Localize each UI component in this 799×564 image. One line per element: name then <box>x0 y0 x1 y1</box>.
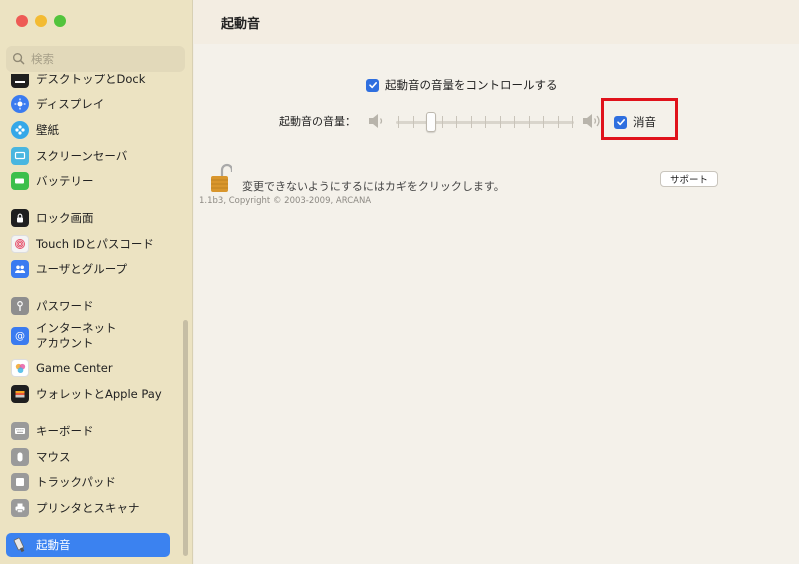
page-title: 起動音 <box>221 17 261 32</box>
trackpad-icon <box>11 473 29 491</box>
startup-sound-icon <box>11 536 29 554</box>
volume-slider-tick <box>557 116 559 128</box>
volume-slider-tick <box>514 116 515 128</box>
sidebar-item-lock-screen[interactable]: ロック画面 <box>6 206 170 230</box>
sidebar-item-mouse[interactable]: マウス <box>6 445 170 469</box>
screensaver-icon <box>11 147 29 165</box>
unlocked-padlock-icon[interactable] <box>210 162 234 194</box>
mute-checkbox[interactable] <box>614 115 627 129</box>
volume-slider-tick <box>470 116 472 128</box>
lock-message: 変更できないようにするにはカギをクリックします。 <box>242 180 505 193</box>
titlebar: 起動音 <box>194 0 799 44</box>
volume-slider-tick <box>543 116 544 128</box>
fingerprint-icon <box>11 235 29 253</box>
sidebar-item-printers[interactable]: プリンタとスキャナ <box>6 496 170 520</box>
main-panel: 起動音 起動音の音量をコントロールする 起動音の音量： 消音 変更できないように… <box>194 0 799 564</box>
minimize-button[interactable] <box>35 15 47 27</box>
lock-screen-icon <box>11 209 29 227</box>
sidebar-item-label: パスワード <box>36 299 94 313</box>
sidebar-item-screensaver[interactable]: スクリーンセーバ <box>6 144 170 168</box>
volume-slider-tick <box>412 116 414 128</box>
copyright-text: 1.1b3, Copyright © 2003-2009, ARCANA <box>199 196 372 206</box>
sidebar-item-label: ロック画面 <box>36 211 94 225</box>
sidebar-item-trackpad[interactable]: トラックパッド <box>6 470 170 494</box>
sidebar-item-internet-accounts[interactable]: @ インターネット アカウント <box>6 320 170 352</box>
close-button[interactable] <box>16 15 28 27</box>
control-volume-label: 起動音の音量をコントロールする <box>385 78 558 92</box>
sidebar-item-battery[interactable]: バッテリー <box>6 169 170 193</box>
at-icon: @ <box>11 327 29 345</box>
sidebar-item-label: プリンタとスキャナ <box>36 501 140 515</box>
display-icon <box>11 95 29 113</box>
mute-row: 消音 <box>614 114 656 130</box>
control-volume-row: 起動音の音量をコントロールする <box>366 77 558 93</box>
volume-slider-tick <box>398 116 399 128</box>
sidebar-item-wallpaper[interactable]: 壁紙 <box>6 118 170 142</box>
volume-slider-tick <box>441 116 443 128</box>
volume-slider-tick <box>456 116 457 128</box>
sidebar-item-users-groups[interactable]: ユーザとグループ <box>6 257 170 281</box>
sidebar-item-label: Touch IDとパスコード <box>36 237 154 251</box>
sidebar-list: デスクトップとDock ディスプレイ 壁紙 スクリーンセーバ バッテリー ロック… <box>0 74 193 564</box>
game-center-icon <box>11 359 29 377</box>
volume-slider-thumb[interactable] <box>426 112 437 132</box>
sidebar-item-desktop-dock[interactable]: デスクトップとDock <box>6 74 170 91</box>
sidebar-item-wallet[interactable]: ウォレットとApple Pay <box>6 382 170 406</box>
volume-slider-tick <box>499 116 501 128</box>
support-button[interactable]: サポート <box>660 171 718 187</box>
search-field[interactable]: 検索 <box>6 46 185 72</box>
battery-icon <box>11 172 29 190</box>
sidebar-item-label: インターネット アカウント <box>36 321 117 350</box>
sidebar-item-label: 起動音 <box>36 538 71 552</box>
wallet-icon <box>11 385 29 403</box>
sidebar-item-startup-sound[interactable]: 起動音 <box>6 533 170 557</box>
sidebar-item-label: 壁紙 <box>36 123 59 137</box>
mouse-icon <box>11 448 29 466</box>
volume-slider-tick <box>528 116 530 128</box>
sidebar-item-passwords[interactable]: パスワード <box>6 294 170 318</box>
volume-slider-tick <box>572 116 573 128</box>
printer-icon <box>11 499 29 517</box>
sidebar-item-label: Game Center <box>36 361 113 375</box>
sidebar-item-label: バッテリー <box>36 174 94 188</box>
sidebar-item-label: キーボード <box>36 424 94 438</box>
control-volume-checkbox[interactable] <box>366 78 379 92</box>
volume-label: 起動音の音量： <box>279 115 356 128</box>
sidebar-scrollbar[interactable] <box>183 320 188 556</box>
zoom-button[interactable] <box>54 15 66 27</box>
settings-window: 検索 デスクトップとDock ディスプレイ 壁紙 スクリーンセーバ バッテリー … <box>0 0 799 564</box>
key-icon <box>11 297 29 315</box>
keyboard-icon <box>11 422 29 440</box>
wallpaper-icon <box>11 121 29 139</box>
sidebar-item-label: トラックパッド <box>36 475 116 489</box>
sidebar-item-label: ウォレットとApple Pay <box>36 387 162 401</box>
sidebar-item-game-center[interactable]: Game Center <box>6 356 170 380</box>
sidebar-item-label: ディスプレイ <box>36 97 105 111</box>
window-controls <box>16 15 66 27</box>
sidebar-item-label: スクリーンセーバ <box>36 149 128 163</box>
search-icon <box>12 50 25 69</box>
sidebar-item-display[interactable]: ディスプレイ <box>6 92 170 116</box>
sidebar: 検索 デスクトップとDock ディスプレイ 壁紙 スクリーンセーバ バッテリー … <box>0 0 193 564</box>
search-placeholder: 検索 <box>31 52 54 66</box>
sidebar-item-label: マウス <box>36 450 71 464</box>
sidebar-item-label: ユーザとグループ <box>36 262 128 276</box>
speaker-low-icon <box>367 112 387 134</box>
volume-slider-tick <box>485 116 486 128</box>
sidebar-item-label: デスクトップとDock <box>36 74 146 86</box>
sidebar-item-keyboard[interactable]: キーボード <box>6 419 170 443</box>
sidebar-item-touch-id[interactable]: Touch IDとパスコード <box>6 232 170 256</box>
dock-icon <box>11 74 29 88</box>
users-icon <box>11 260 29 278</box>
mute-label: 消音 <box>633 115 656 129</box>
